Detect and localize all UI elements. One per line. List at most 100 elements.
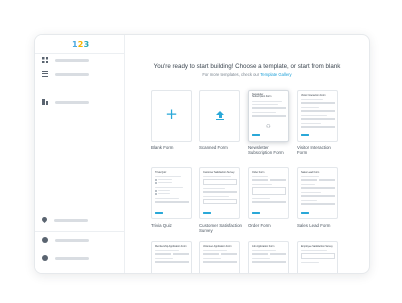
preview-line [155, 187, 183, 189]
sidebar-divider [35, 53, 125, 54]
main-content: You're ready to start building! Choose a… [125, 35, 369, 273]
template-card-label: Trivia Quiz [151, 223, 172, 228]
template-card-visitor-interaction[interactable]: Visitor Interaction Form [297, 90, 338, 142]
preview-line [203, 196, 229, 198]
dashboard-icon [42, 57, 48, 63]
location-pin-icon [42, 217, 47, 223]
preview-field [155, 201, 189, 204]
sidebar-item-workspace[interactable] [42, 97, 120, 107]
subheading-text: For more templates, check our [202, 72, 261, 77]
sidebar-item-forms[interactable] [42, 69, 120, 79]
preview-submit [252, 212, 260, 214]
template-preview-title: Customer Satisfaction Survey [203, 170, 235, 174]
preview-submit [301, 134, 309, 136]
preview-product-table [252, 187, 286, 195]
preview-field [203, 199, 237, 204]
preview-field [203, 191, 237, 194]
preview-line [301, 107, 319, 109]
template-card-trivia-quiz[interactable]: Trivia Quiz [151, 167, 192, 219]
template-card-label: Blank Form [151, 145, 174, 150]
page-heading: You're ready to start building! Choose a… [153, 63, 341, 70]
preview-line [252, 112, 276, 114]
template-card-label: Sales Lead Form [297, 223, 331, 228]
preview-field [252, 261, 286, 264]
sidebar-item-label-placeholder [55, 100, 89, 104]
template-card-job-application[interactable]: Job Application Form [248, 241, 289, 273]
preview-line [252, 250, 276, 252]
list-icon [42, 71, 48, 77]
template-preview-title: Newsletter Subscription Form [252, 92, 272, 99]
sidebar-item-label-placeholder [55, 72, 89, 76]
sidebar-item-dashboard[interactable] [42, 55, 120, 65]
preview-line [252, 104, 278, 106]
sidebar-item-location[interactable] [42, 215, 120, 225]
preview-line [155, 176, 181, 178]
preview-submit [203, 212, 211, 214]
template-preview-title: Employee Satisfaction Survey [301, 244, 333, 248]
template-preview-title: Volunteer Application Form [203, 244, 232, 248]
preview-field [203, 261, 237, 264]
building-icon [42, 99, 48, 105]
sidebar-item-label-placeholder [55, 58, 89, 62]
template-card-volunteer-application[interactable]: Volunteer Application Form [199, 241, 240, 273]
template-preview-title: Job Application Form [252, 244, 275, 248]
preview-line [301, 123, 321, 125]
preview-line [252, 101, 282, 103]
image-icon: ⚇ [266, 124, 271, 130]
sidebar: 123 [35, 35, 125, 273]
preview-field [270, 253, 286, 256]
help-icon [42, 237, 48, 243]
preview-field [173, 253, 189, 256]
preview-field [301, 187, 335, 190]
template-card-blank-form[interactable]: + [151, 90, 192, 142]
template-card-label: Order Form [248, 223, 271, 228]
sidebar-item-help[interactable] [42, 235, 120, 245]
template-preview-title: Trivia Quiz [155, 170, 167, 174]
plus-icon: + [165, 105, 178, 123]
preview-field [270, 179, 286, 182]
preview-rating-grid [203, 179, 237, 185]
preview-field [301, 203, 335, 206]
template-card-newsletter[interactable]: Newsletter Subscription Form ⚇ [248, 90, 289, 142]
preview-field [301, 195, 335, 198]
preview-field [301, 102, 335, 105]
preview-field [252, 179, 268, 182]
template-gallery-link[interactable]: Template Gallery [260, 72, 291, 77]
preview-line [252, 176, 268, 178]
template-preview-title: Membership Application Form [155, 244, 187, 248]
template-card-label: Visitor Interaction Form [297, 145, 331, 156]
preview-line [301, 176, 319, 178]
preview-line [301, 115, 327, 117]
preview-field [301, 126, 335, 129]
preview-line [158, 190, 170, 192]
template-card-scanned-form[interactable] [199, 90, 240, 142]
checkbox-icon [155, 182, 157, 184]
preview-line [301, 262, 319, 264]
preview-field [301, 179, 317, 182]
user-avatar-icon [42, 255, 48, 261]
template-card-label: Customer Satisfaction Survey [199, 223, 242, 234]
preview-line [155, 258, 173, 260]
sidebar-item-label-placeholder [55, 238, 89, 242]
template-card-sales-lead[interactable]: Sales Lead Form [297, 167, 338, 219]
sidebar-item-label-placeholder [54, 218, 88, 222]
preview-field [252, 107, 286, 110]
checkbox-icon [155, 179, 157, 181]
preview-submit [252, 134, 260, 136]
sidebar-item-account[interactable] [42, 253, 120, 263]
template-card-employee-satisfaction[interactable]: Employee Satisfaction Survey [297, 241, 338, 273]
preview-field [301, 118, 335, 121]
preview-submit [155, 212, 163, 214]
template-card-order-form[interactable]: Order Form [248, 167, 289, 219]
template-card-membership-application[interactable]: Membership Application Form [151, 241, 192, 273]
preview-field [301, 110, 335, 113]
page-subheading: For more templates, check our Template G… [125, 72, 369, 77]
preview-field [252, 115, 286, 118]
template-preview-title: Order Form [252, 170, 265, 174]
app-logo[interactable]: 123 [72, 40, 89, 50]
sidebar-item-label-placeholder [55, 256, 89, 260]
checkbox-icon [155, 193, 157, 195]
template-preview-title: Sales Lead Form [301, 170, 320, 174]
preview-line [203, 258, 221, 260]
template-card-customer-satisfaction[interactable]: Customer Satisfaction Survey [199, 167, 240, 219]
